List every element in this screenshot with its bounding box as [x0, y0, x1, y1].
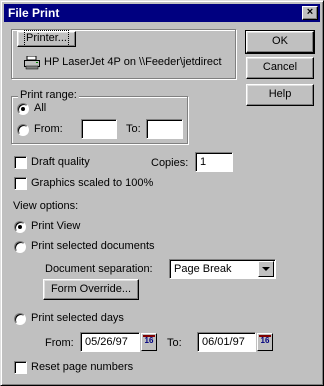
- print-range-group: Print range: All From: To:: [11, 89, 188, 144]
- title-bar[interactable]: File Print ×: [4, 4, 320, 22]
- cancel-button[interactable]: Cancel: [246, 57, 314, 79]
- help-button[interactable]: Help: [246, 84, 314, 106]
- reset-page-numbers-label[interactable]: Reset page numbers: [31, 361, 133, 373]
- days-to-label: To:: [167, 337, 182, 349]
- view-options-label: View options:: [13, 200, 79, 212]
- print-range-all-radio[interactable]: [17, 103, 29, 115]
- draft-quality-label[interactable]: Draft quality: [31, 156, 90, 168]
- print-range-legend: Print range:: [18, 89, 79, 101]
- copies-label: Copies:: [151, 157, 189, 169]
- graphics-scaled-checkbox[interactable]: [14, 177, 27, 190]
- file-print-dialog: File Print × Printer... HP LaserJet 4P o…: [0, 0, 324, 386]
- print-range-to-label: To:: [126, 123, 141, 135]
- printer-name: HP LaserJet 4P on \\Feeder\jetdirect: [44, 56, 222, 68]
- print-view-radio[interactable]: [14, 221, 26, 233]
- reset-page-numbers-checkbox[interactable]: [14, 361, 27, 374]
- calendar-to-icon[interactable]: 16: [257, 333, 273, 351]
- copies-input[interactable]: 1: [195, 152, 233, 172]
- print-view-label[interactable]: Print View: [31, 220, 80, 232]
- print-range-from-input[interactable]: [81, 119, 117, 139]
- close-button[interactable]: ×: [302, 6, 318, 20]
- days-from-input[interactable]: 05/26/97: [80, 332, 140, 352]
- printer-icon: [24, 56, 40, 70]
- printer-button-label: Printer...: [24, 30, 69, 47]
- draft-quality-checkbox[interactable]: [14, 156, 27, 169]
- printer-group: Printer... HP LaserJet 4P on \\Feeder\je…: [11, 29, 236, 79]
- print-selected-documents-radio[interactable]: [14, 241, 26, 253]
- print-range-to-input[interactable]: [146, 119, 183, 139]
- calendar-from-icon[interactable]: 16: [141, 333, 157, 351]
- ok-button[interactable]: OK: [245, 30, 315, 54]
- print-selected-days-label[interactable]: Print selected days: [31, 312, 124, 324]
- form-override-button-label: Form Override...: [50, 283, 132, 295]
- print-selected-days-radio[interactable]: [14, 313, 26, 325]
- document-separation-label: Document separation:: [45, 263, 153, 275]
- cancel-button-label: Cancel: [262, 61, 298, 73]
- graphics-scaled-label[interactable]: Graphics scaled to 100%: [31, 177, 153, 189]
- print-range-from-label[interactable]: From:: [34, 123, 63, 135]
- ok-button-label: OK: [272, 35, 288, 47]
- form-override-button[interactable]: Form Override...: [43, 279, 139, 300]
- window-title: File Print: [8, 6, 60, 20]
- print-range-all-label[interactable]: All: [34, 102, 46, 114]
- document-separation-value: Page Break: [174, 263, 232, 275]
- print-range-from-radio[interactable]: [17, 124, 29, 136]
- days-to-input[interactable]: 06/01/97: [197, 332, 256, 352]
- document-separation-select[interactable]: Page Break: [169, 259, 276, 279]
- print-selected-documents-label[interactable]: Print selected documents: [31, 240, 155, 252]
- days-from-label: From:: [45, 337, 74, 349]
- chevron-down-icon[interactable]: [258, 261, 274, 277]
- help-button-label: Help: [268, 88, 292, 100]
- printer-button[interactable]: Printer...: [17, 30, 76, 47]
